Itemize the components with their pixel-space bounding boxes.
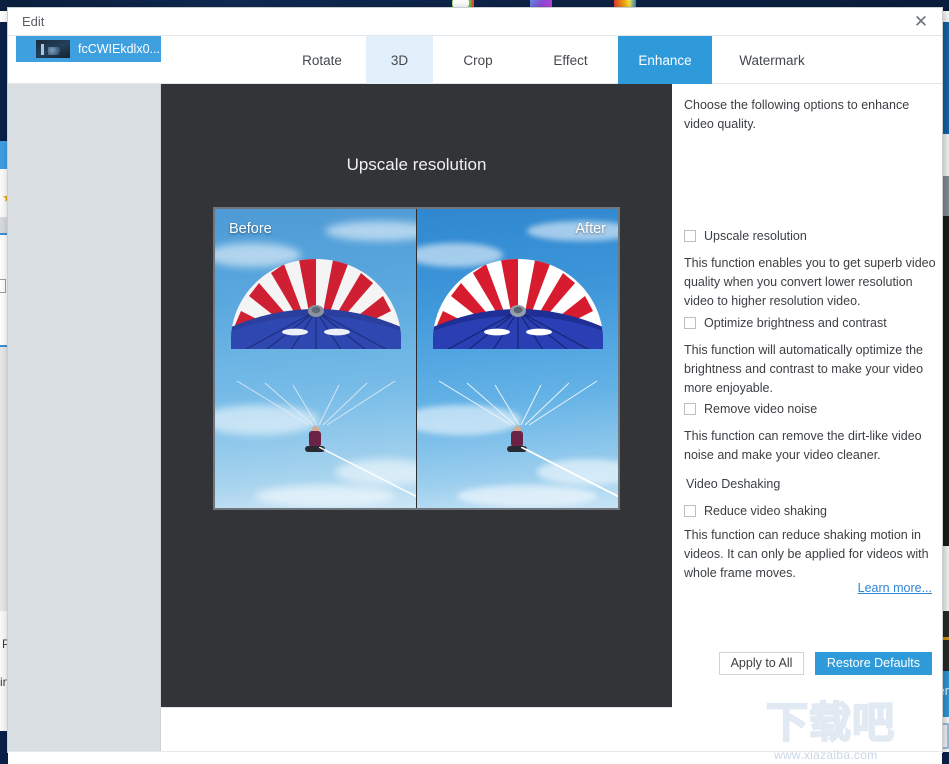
checkbox-upscale-resolution[interactable]: Upscale resolution: [684, 229, 807, 243]
file-list-sidebar: fcCWIEkdlx0...: [8, 36, 161, 751]
group-label-video-deshaking: Video Deshaking: [686, 477, 781, 491]
close-icon[interactable]: ✕: [908, 10, 934, 34]
tab-enhance[interactable]: Enhance: [618, 36, 712, 84]
sidebar-item-file[interactable]: fcCWIEkdlx0...: [16, 36, 161, 62]
checkbox-label: Upscale resolution: [704, 229, 807, 243]
restore-defaults-button[interactable]: Restore Defaults: [814, 652, 932, 675]
checkbox-label: Reduce video shaking: [704, 504, 827, 518]
after-label: After: [575, 221, 606, 237]
tow-rope: [318, 446, 416, 508]
dialog-title: Edit: [22, 14, 45, 29]
after-image: After: [417, 209, 618, 508]
preview-pane: Upscale resolution Before After: [161, 84, 672, 707]
checkbox-icon[interactable]: [684, 505, 696, 517]
checkbox-optimize-brightness-contrast[interactable]: Optimize brightness and contrast: [684, 316, 887, 330]
apply-to-all-button[interactable]: Apply to All: [718, 652, 805, 675]
tab-crop[interactable]: Crop: [433, 36, 523, 84]
before-image: Before: [215, 209, 416, 508]
checkbox-icon[interactable]: [684, 317, 696, 329]
dialog-body: fcCWIEkdlx0... Upscale resolution Before…: [8, 36, 942, 751]
tow-rope: [520, 446, 618, 508]
enhance-options-panel: Choose the following options to enhance …: [672, 84, 942, 751]
video-thumbnail-icon: [36, 40, 70, 58]
checkbox-icon[interactable]: [684, 230, 696, 242]
background-left-checkbox: [0, 279, 6, 293]
description-optimize-brightness-contrast: This function will automatically optimiz…: [684, 343, 924, 395]
before-label: Before: [229, 221, 272, 237]
checkbox-reduce-video-shaking[interactable]: Reduce video shaking: [684, 504, 827, 518]
checkbox-remove-video-noise[interactable]: Remove video noise: [684, 402, 817, 416]
checkbox-icon[interactable]: [684, 403, 696, 415]
checkbox-label: Optimize brightness and contrast: [704, 316, 887, 330]
checkbox-label: Remove video noise: [704, 402, 818, 416]
tab-rotate[interactable]: Rotate: [278, 36, 366, 84]
sidebar-item-label: fcCWIEkdlx0...: [78, 42, 160, 56]
preview-footer-area: [161, 707, 672, 751]
learn-more-link[interactable]: Learn more...: [858, 581, 932, 595]
parachute-canopy: [431, 253, 605, 393]
edit-dialog: Edit ✕ Rotate 3D Crop Effect Enhance Wat…: [8, 8, 942, 764]
options-button-group: Apply to All Restore Defaults: [718, 652, 932, 675]
tab-3d[interactable]: 3D: [366, 36, 433, 84]
parachute-canopy: [229, 253, 403, 393]
screen: ★ P in er: [0, 0, 949, 764]
dialog-footer: Restore All Apply Close: [8, 751, 942, 764]
description-reduce-video-shaking: This function can reduce shaking motion …: [684, 528, 929, 580]
before-after-comparison: Before After: [213, 207, 620, 510]
description-remove-video-noise: This function can remove the dirt-like v…: [684, 429, 922, 462]
dialog-titlebar: Edit ✕: [8, 8, 942, 36]
tab-effect[interactable]: Effect: [523, 36, 618, 84]
preview-title: Upscale resolution: [346, 155, 487, 174]
description-upscale-resolution: This function enables you to get superb …: [684, 256, 936, 308]
options-intro-text: Choose the following options to enhance …: [684, 98, 910, 131]
tab-watermark[interactable]: Watermark: [712, 36, 832, 84]
